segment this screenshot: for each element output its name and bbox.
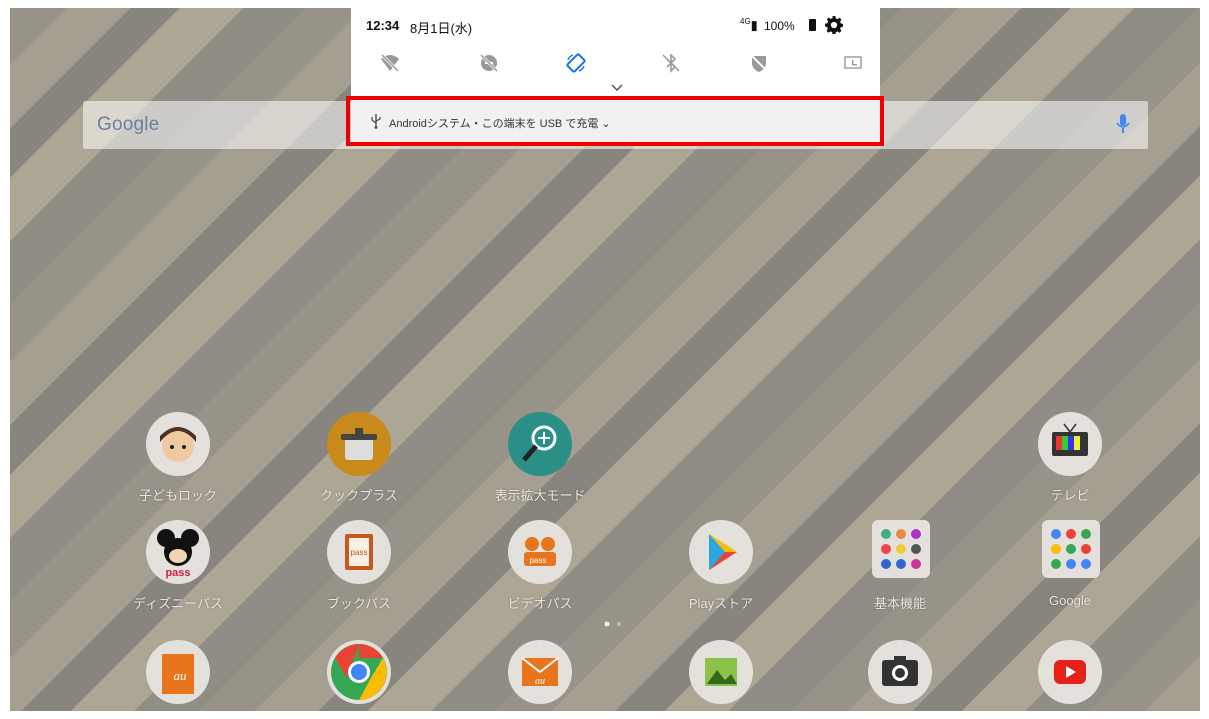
chrome-icon xyxy=(327,640,391,704)
app-label: ブックパス xyxy=(326,596,392,611)
svg-text:pass: pass xyxy=(165,567,190,579)
youtube-icon xyxy=(1038,640,1102,704)
svg-text:pass: pass xyxy=(530,556,547,565)
kids-lock-icon xyxy=(146,412,210,476)
play-store-icon xyxy=(689,520,753,584)
desktop-mode-icon[interactable] xyxy=(842,52,864,74)
tv-icon xyxy=(1038,412,1102,476)
book-pass-icon: pass xyxy=(327,520,391,584)
data-saver-icon[interactable] xyxy=(748,52,770,74)
wifi-off-icon[interactable] xyxy=(379,52,401,74)
app-label: ビデオパス xyxy=(507,596,573,611)
mickey-icon: pass xyxy=(146,520,210,584)
au-mail-icon: au xyxy=(508,640,572,704)
do-not-disturb-off-icon[interactable] xyxy=(478,52,500,74)
video-pass-icon: pass xyxy=(508,520,572,584)
magnifier-icon xyxy=(508,412,572,476)
home-screen: Google 12:34 8月1日(水) 4G▮ 100% Androidシステ… xyxy=(10,8,1200,711)
app-label: テレビ xyxy=(1050,488,1090,503)
auto-rotate-icon[interactable] xyxy=(565,52,587,74)
chevron-down-icon[interactable] xyxy=(611,84,623,92)
status-time: 12:34 xyxy=(366,18,400,33)
settings-gear-icon[interactable] xyxy=(825,16,843,34)
gallery-icon xyxy=(689,640,753,704)
app-label: Playストア xyxy=(688,596,754,611)
app-label: 基本機能 xyxy=(873,596,926,611)
battery-icon xyxy=(809,19,816,31)
app-label: クックプラス xyxy=(320,488,398,503)
signal-icon: 4G▮ xyxy=(740,17,758,33)
status-date: 8月1日(水) xyxy=(410,21,473,36)
highlight-box xyxy=(346,96,884,146)
cook-pot-icon xyxy=(327,412,391,476)
app-label: 子どもロック xyxy=(138,488,217,503)
camera-icon xyxy=(868,640,932,704)
app-label: 表示拡大モード xyxy=(494,488,586,503)
google-logo: Google xyxy=(97,114,160,135)
au-logo-text: au xyxy=(174,668,188,683)
svg-text:pass: pass xyxy=(351,548,368,557)
network-type: 4G xyxy=(740,17,751,26)
page-indicator[interactable] xyxy=(601,621,625,627)
mic-icon[interactable] xyxy=(1116,113,1130,135)
google-folder-icon xyxy=(1042,520,1100,578)
quick-settings-panel: 12:34 8月1日(水) 4G▮ 100% xyxy=(351,8,880,100)
folder-grid-icon xyxy=(872,520,930,578)
battery-percentage: 100% xyxy=(764,19,795,33)
app-label: Google xyxy=(1049,593,1091,608)
au-door-icon: au xyxy=(146,640,210,704)
app-label: ディズニーパス xyxy=(133,596,223,611)
bluetooth-off-icon[interactable] xyxy=(660,52,682,74)
svg-text:au: au xyxy=(535,676,545,687)
